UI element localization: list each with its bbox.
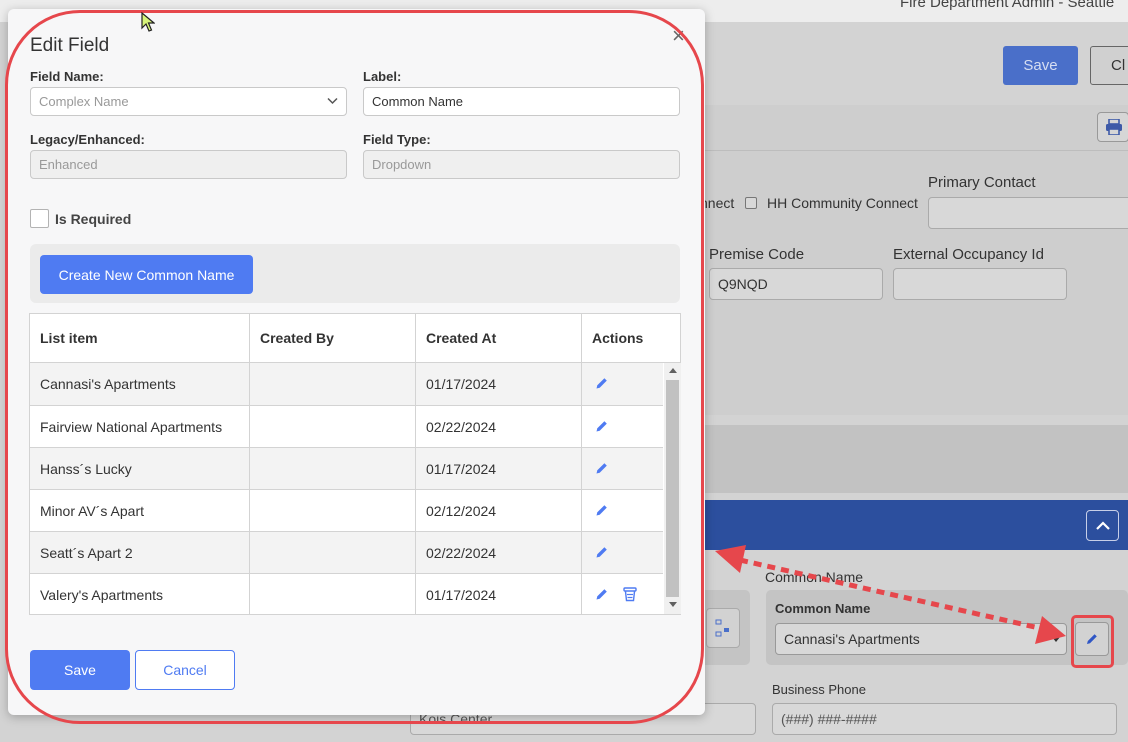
modal-title: Edit Field	[30, 35, 110, 56]
label-field-label: Label:	[363, 69, 402, 84]
cell-created-by	[250, 448, 260, 490]
cell-list-item: Valery's Apartments	[40, 587, 164, 603]
cell-created-by	[250, 532, 260, 574]
cell-created-at: 02/22/2024	[426, 545, 497, 561]
save-button[interactable]: Save	[30, 650, 130, 690]
cell-created-by	[250, 574, 260, 616]
pencil-icon[interactable]	[595, 461, 609, 475]
pencil-icon[interactable]	[595, 503, 609, 517]
column-header-actions: Actions	[592, 330, 644, 346]
cell-list-item: Cannasi's Apartments	[40, 376, 176, 392]
chevron-down-icon	[327, 97, 338, 105]
legacy-enhanced-input: Enhanced	[30, 150, 347, 179]
cancel-button[interactable]: Cancel	[135, 650, 235, 690]
pencil-icon[interactable]	[595, 376, 609, 390]
cell-list-item: Fairview National Apartments	[40, 419, 223, 435]
is-required-label: Is Required	[55, 211, 132, 227]
pencil-icon[interactable]	[595, 587, 609, 601]
pencil-icon[interactable]	[595, 545, 609, 559]
table-row: Seatt´s Apart 2 02/22/2024	[30, 532, 663, 574]
field-type-label: Field Type:	[363, 132, 431, 147]
cell-created-by	[250, 490, 260, 532]
cell-created-at: 01/17/2024	[426, 376, 497, 392]
pencil-icon[interactable]	[595, 419, 609, 433]
table-row: Cannasi's Apartments 01/17/2024	[30, 363, 663, 405]
list-items-table: List item Created By Created At Actions …	[29, 313, 681, 615]
cell-created-at: 02/22/2024	[426, 419, 497, 435]
field-name-placeholder: Complex Name	[39, 94, 129, 109]
cell-created-at: 01/17/2024	[426, 587, 497, 603]
table-row: Hanss´s Lucky 01/17/2024	[30, 448, 663, 490]
is-required-checkbox[interactable]	[30, 209, 49, 228]
cell-list-item: Hanss´s Lucky	[40, 461, 132, 477]
cell-created-at: 01/17/2024	[426, 461, 497, 477]
cell-created-by	[250, 363, 260, 405]
column-divider	[249, 314, 250, 614]
trash-icon[interactable]	[623, 587, 637, 602]
field-name-label: Field Name:	[30, 69, 104, 84]
scrollbar-thumb[interactable]	[666, 380, 679, 597]
cell-created-by	[250, 406, 260, 448]
scroll-up-arrow[interactable]	[669, 368, 677, 373]
table-row: Minor AV´s Apart 02/12/2024	[30, 490, 663, 532]
edit-field-modal: Edit Field × Field Name: Complex Name La…	[8, 9, 705, 715]
column-header-created-by[interactable]: Created By	[250, 314, 416, 362]
mouse-cursor-icon	[141, 12, 155, 32]
scroll-down-arrow[interactable]	[669, 602, 677, 607]
table-row: Fairview National Apartments 02/22/2024	[30, 406, 663, 448]
table-row: Valery's Apartments 01/17/2024	[30, 574, 663, 616]
column-divider	[415, 314, 416, 614]
column-header-created-at[interactable]: Created At	[416, 314, 582, 362]
cell-list-item: Minor AV´s Apart	[40, 503, 145, 519]
field-name-select[interactable]: Complex Name	[30, 87, 347, 116]
close-icon[interactable]: ×	[672, 25, 685, 47]
column-header-list-item[interactable]: List item	[30, 314, 250, 362]
label-input[interactable]: Common Name	[363, 87, 680, 116]
field-type-input: Dropdown	[363, 150, 680, 179]
cell-list-item: Seatt´s Apart 2	[40, 545, 133, 561]
cell-created-at: 02/12/2024	[426, 503, 497, 519]
column-divider	[581, 314, 582, 614]
legacy-enhanced-label: Legacy/Enhanced:	[30, 132, 145, 147]
create-new-common-name-button[interactable]: Create New Common Name	[40, 255, 253, 294]
